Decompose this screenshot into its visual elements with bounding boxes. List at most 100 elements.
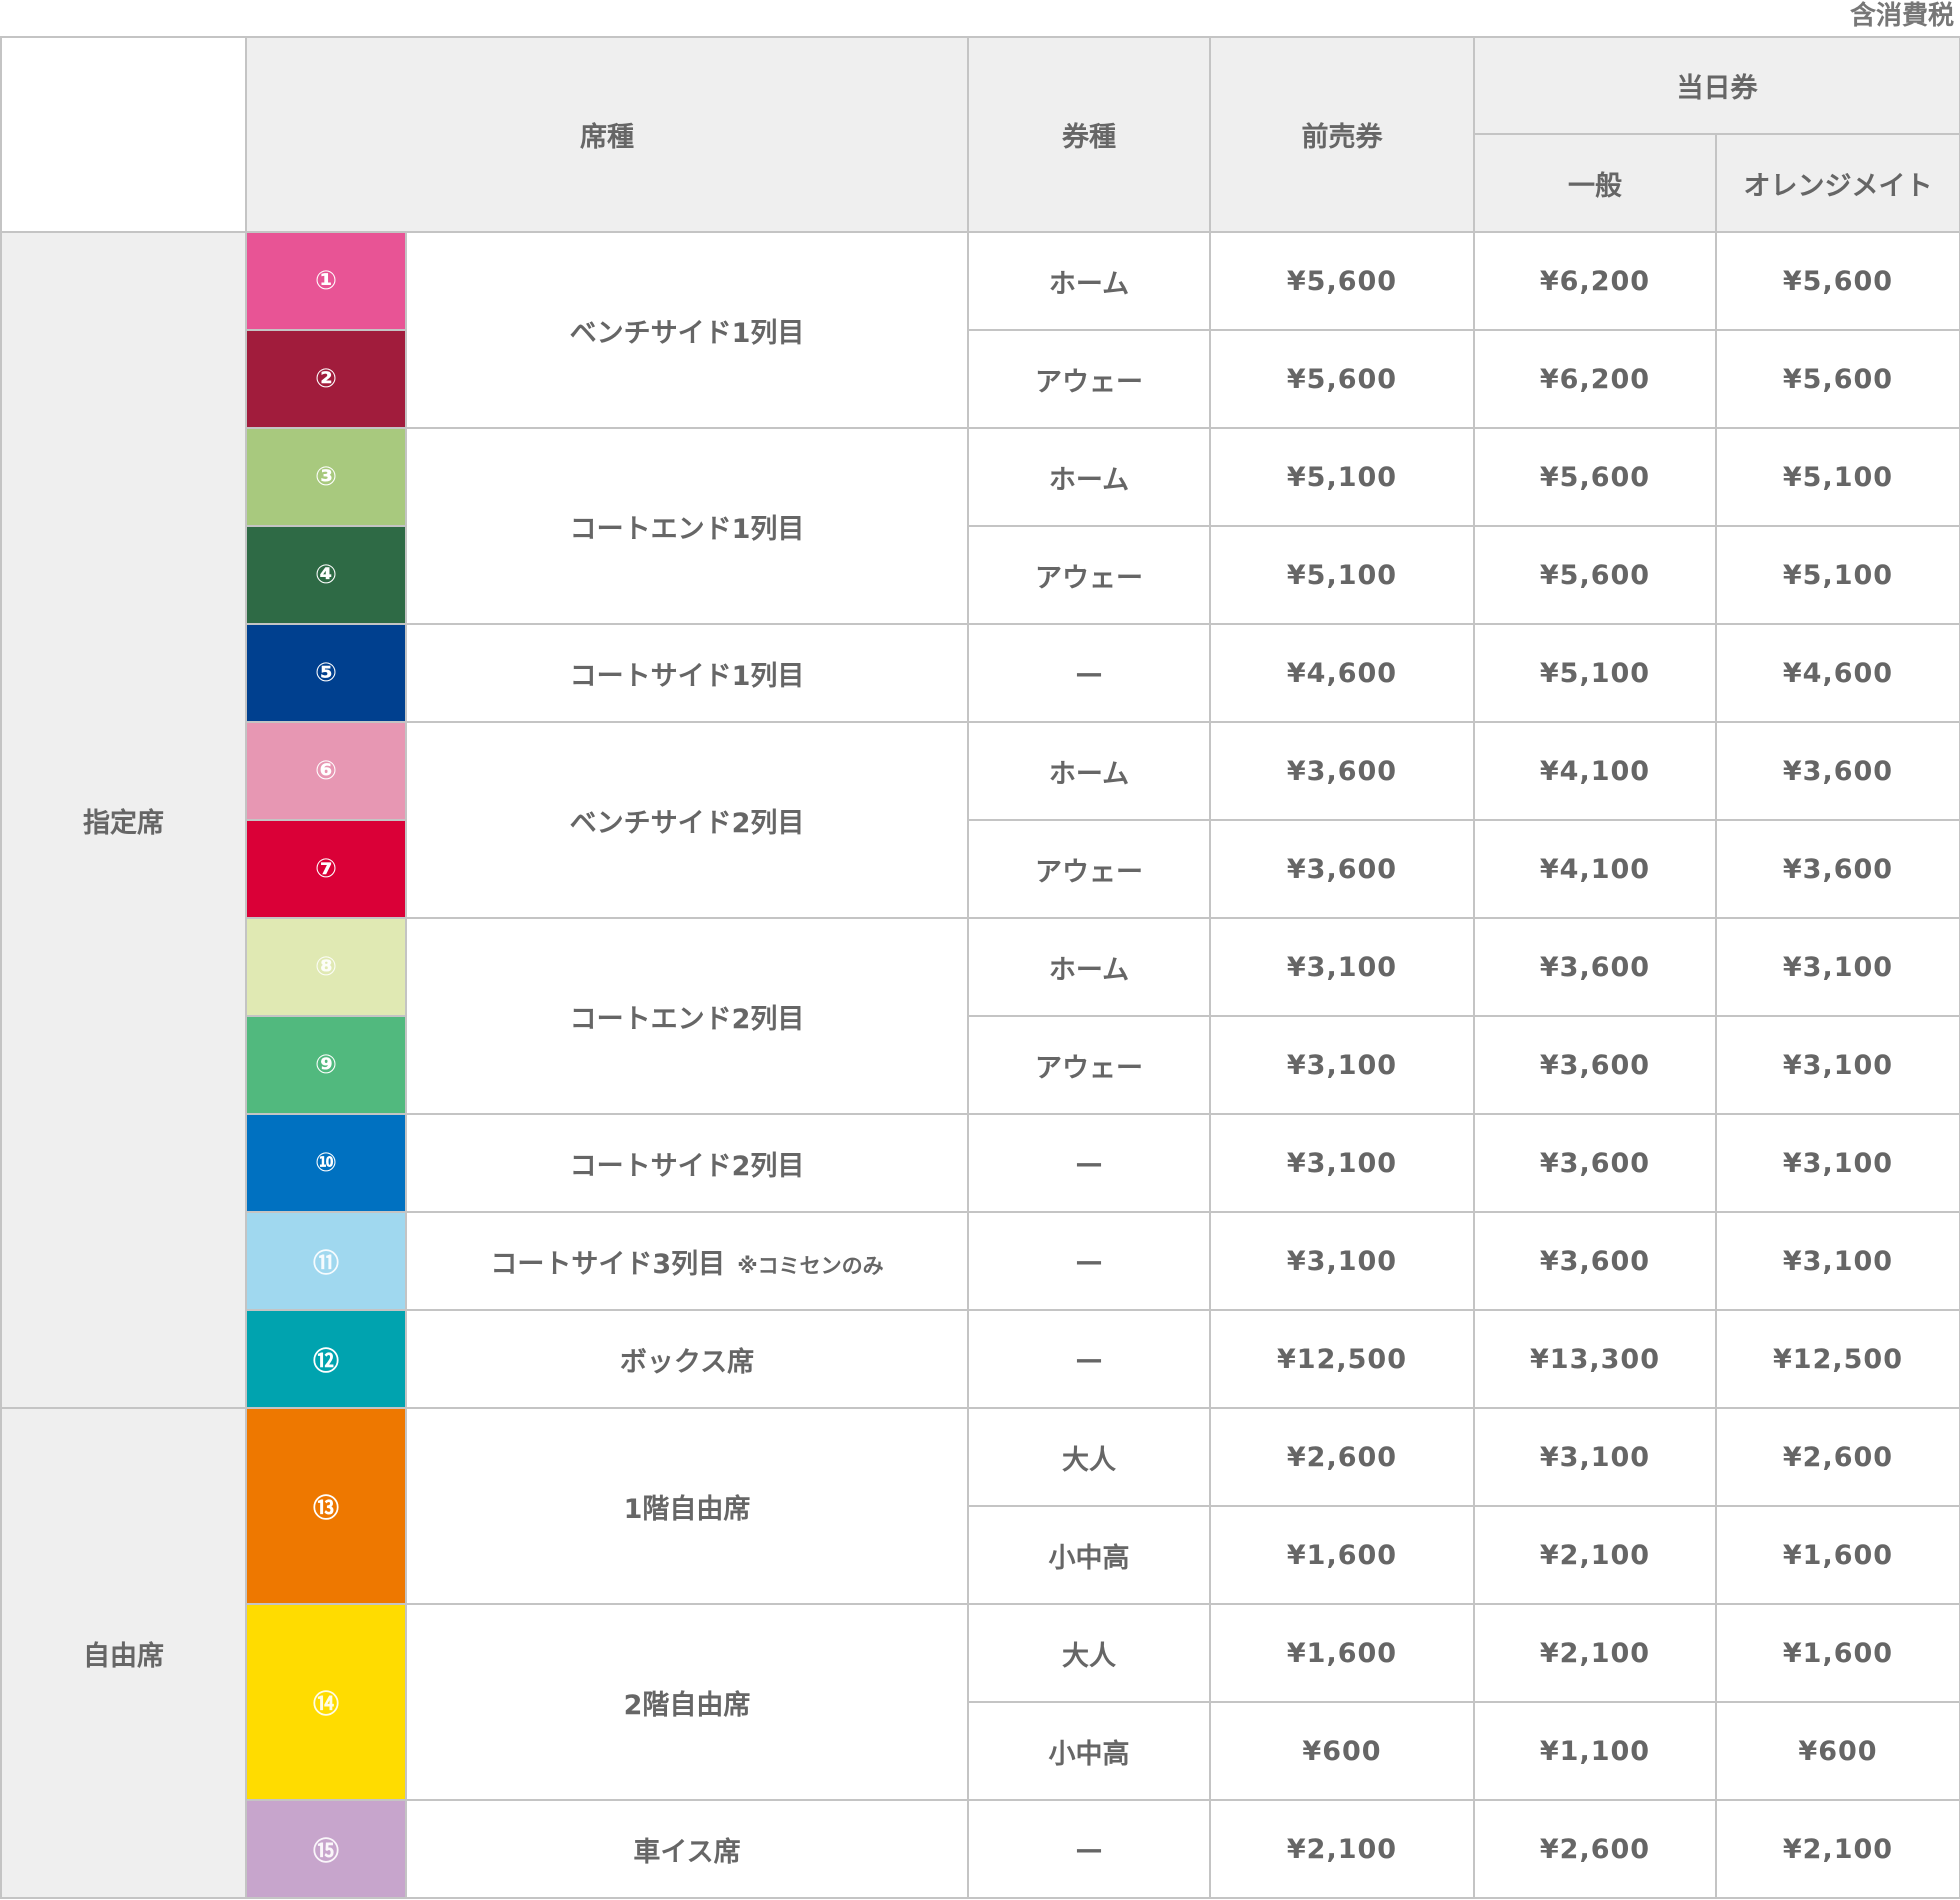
advance-price: ¥12,500 — [1209, 1309, 1475, 1409]
ticket-type: ホーム — [967, 231, 1211, 331]
general-price: ¥5,600 — [1473, 427, 1717, 527]
ticket-type: アウェー — [967, 1015, 1211, 1115]
table-row: ② アウェー ¥5,600 ¥6,200 ¥5,600 — [1, 329, 1960, 429]
ticket-type: アウェー — [967, 329, 1211, 429]
general-price: ¥4,100 — [1473, 721, 1717, 821]
seat-number-12: ⑫ — [245, 1309, 407, 1409]
header-ticket-type: 券種 — [967, 36, 1211, 233]
general-price: ¥3,600 — [1473, 1113, 1717, 1213]
orange-mate-price: ¥3,100 — [1715, 1015, 1960, 1115]
table-row: ⑦ アウェー ¥3,600 ¥4,100 ¥3,600 — [1, 819, 1960, 919]
seat-number-5: ⑤ — [245, 623, 407, 723]
advance-price: ¥2,100 — [1209, 1799, 1475, 1899]
seat-name-bench-side-2: ベンチサイド2列目 — [405, 721, 969, 919]
advance-price: ¥2,600 — [1209, 1407, 1475, 1507]
seat-number-6: ⑥ — [245, 721, 407, 821]
table-row: ⑧ コートエンド2列目 ホーム ¥3,100 ¥3,600 ¥3,100 — [1, 917, 1960, 1115]
table-row: ⑨ アウェー ¥3,100 ¥3,600 ¥3,100 — [1, 1015, 1960, 1115]
ticket-type: ホーム — [967, 427, 1211, 527]
orange-mate-price: ¥2,600 — [1715, 1407, 1960, 1507]
advance-price: ¥600 — [1209, 1701, 1475, 1801]
general-price: ¥3,600 — [1473, 1015, 1717, 1115]
seat-number-8: ⑧ — [245, 917, 407, 1017]
seat-name-court-side-3: コートサイド3列目 ※コミセンのみ — [405, 1211, 969, 1311]
price-table: 席種 券種 前売券 当日券 一般 オレンジメイト 指定席 ① ベンチサイド1列目… — [0, 36, 1960, 1899]
orange-mate-price: ¥3,100 — [1715, 1211, 1960, 1311]
header-general: 一般 — [1473, 133, 1717, 233]
advance-price: ¥3,600 — [1209, 721, 1475, 821]
advance-price: ¥3,100 — [1209, 1113, 1475, 1213]
general-price: ¥5,600 — [1473, 525, 1717, 625]
advance-price: ¥3,100 — [1209, 1211, 1475, 1311]
price-table-container: 席種 券種 前売券 当日券 一般 オレンジメイト 指定席 ① ベンチサイド1列目… — [0, 36, 1960, 1899]
general-price: ¥2,100 — [1473, 1505, 1717, 1605]
advance-price: ¥1,600 — [1209, 1505, 1475, 1605]
seat-name-2f-free: 2階自由席 — [405, 1603, 969, 1801]
seat-name-court-side-1: コートサイド1列目 — [405, 623, 969, 723]
advance-price: ¥3,100 — [1209, 1015, 1475, 1115]
seat-number-4: ④ — [245, 525, 407, 625]
advance-price: ¥5,600 — [1209, 231, 1475, 331]
table-row: ⑭ 2階自由席 大人 ¥1,600 ¥2,100 ¥1,600 — [1, 1603, 1960, 1801]
ticket-type: ホーム — [967, 917, 1211, 1017]
table-row: ⑪ コートサイド3列目 ※コミセンのみ — ¥3,100 ¥3,600 ¥3,10… — [1, 1211, 1960, 1311]
group-unreserved: 自由席 — [0, 1407, 247, 1899]
header-advance: 前売券 — [1209, 36, 1475, 233]
orange-mate-price: ¥600 — [1715, 1701, 1960, 1801]
group-reserved: 指定席 — [0, 231, 247, 1409]
seat-name-court-side-2: コートサイド2列目 — [405, 1113, 969, 1213]
ticket-type: — — [967, 1309, 1211, 1409]
seat-number-9: ⑨ — [245, 1015, 407, 1115]
seat-name-box: ボックス席 — [405, 1309, 969, 1409]
table-row: ⑩ コートサイド2列目 — ¥3,100 ¥3,600 ¥3,100 — [1, 1113, 1960, 1213]
ticket-type: 小中高 — [967, 1505, 1211, 1605]
header-seat-type: 席種 — [245, 36, 969, 233]
table-row: ③ コートエンド1列目 ホーム ¥5,100 ¥5,600 ¥5,100 — [1, 427, 1960, 625]
orange-mate-price: ¥3,100 — [1715, 1113, 1960, 1213]
table-row: ④ アウェー ¥5,100 ¥5,600 ¥5,100 — [1, 525, 1960, 625]
seat-number-13: ⑬ — [245, 1407, 407, 1605]
orange-mate-price: ¥5,600 — [1715, 231, 1960, 331]
advance-price: ¥5,100 — [1209, 525, 1475, 625]
ticket-type: ホーム — [967, 721, 1211, 821]
tax-note: 含消費税 — [1849, 1, 1954, 31]
advance-price: ¥1,600 — [1209, 1603, 1475, 1703]
table-row: 指定席 ① ベンチサイド1列目 ホーム ¥5,600 ¥6,200 ¥5,600 — [0, 231, 1960, 1409]
general-price: ¥3,600 — [1473, 917, 1717, 1017]
ticket-type: アウェー — [967, 819, 1211, 919]
ticket-type: — — [967, 1113, 1211, 1213]
seat-note: ※コミセンのみ — [737, 1253, 884, 1278]
header-corner — [0, 36, 247, 233]
seat-name-1f-free: 1階自由席 — [405, 1407, 969, 1605]
orange-mate-price: ¥5,600 — [1715, 329, 1960, 429]
table-row: ⑥ ベンチサイド2列目 ホーム ¥3,600 ¥4,100 ¥3,600 — [1, 721, 1960, 919]
table-row: 自由席 ⑬ 1階自由席 大人 ¥2,600 ¥3,100 ¥2,600 — [0, 1407, 1960, 1899]
advance-price: ¥5,600 — [1209, 329, 1475, 429]
orange-mate-price: ¥4,600 — [1715, 623, 1960, 723]
general-price: ¥13,300 — [1473, 1309, 1717, 1409]
advance-price: ¥3,600 — [1209, 819, 1475, 919]
advance-price: ¥5,100 — [1209, 427, 1475, 527]
ticket-type: — — [967, 1211, 1211, 1311]
seat-number-14: ⑭ — [245, 1603, 407, 1801]
seat-name-bench-side-1: ベンチサイド1列目 — [405, 231, 969, 429]
general-price: ¥5,100 — [1473, 623, 1717, 723]
advance-price: ¥3,100 — [1209, 917, 1475, 1017]
seat-number-3: ③ — [245, 427, 407, 527]
orange-mate-price: ¥12,500 — [1715, 1309, 1960, 1409]
orange-mate-price: ¥3,600 — [1715, 819, 1960, 919]
seat-number-2: ② — [245, 329, 407, 429]
orange-mate-price: ¥3,100 — [1715, 917, 1960, 1017]
ticket-type: 大人 — [967, 1407, 1211, 1507]
general-price: ¥3,600 — [1473, 1211, 1717, 1311]
header-day-of: 当日券 — [1473, 36, 1960, 135]
seat-name-court-end-2: コートエンド2列目 — [405, 917, 969, 1115]
orange-mate-price: ¥5,100 — [1715, 525, 1960, 625]
seat-number-7: ⑦ — [245, 819, 407, 919]
ticket-type: — — [967, 623, 1211, 723]
general-price: ¥2,600 — [1473, 1799, 1717, 1899]
ticket-type: 大人 — [967, 1603, 1211, 1703]
seat-name-court-end-1: コートエンド1列目 — [405, 427, 969, 625]
ticket-type: — — [967, 1799, 1211, 1899]
ticket-type: アウェー — [967, 525, 1211, 625]
